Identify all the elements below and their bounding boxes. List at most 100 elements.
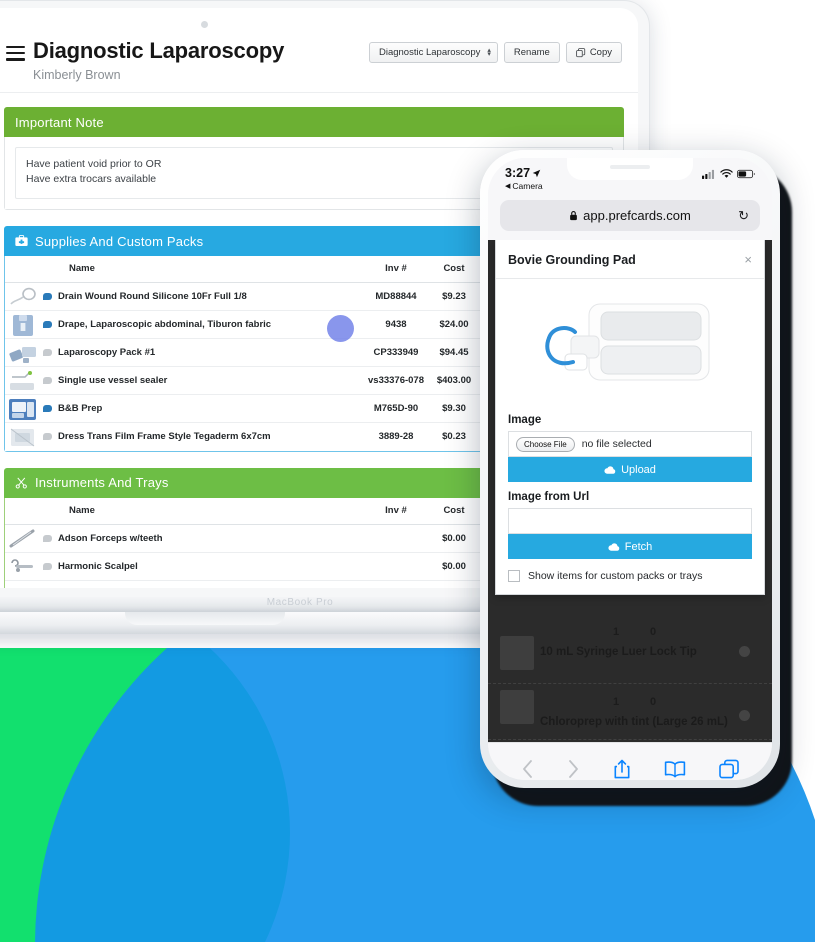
copy-icon — [576, 47, 585, 57]
copy-label: Copy — [589, 47, 612, 58]
medical-kit-icon — [15, 235, 28, 247]
clock-time: 3:27 — [505, 166, 531, 180]
wifi-icon — [720, 169, 733, 178]
iphone-screen: 3:27 ◀ Camera app.prefcards.com ↻ 1 0 10… — [488, 158, 772, 780]
laparoscopy-pack-thumb — [9, 346, 36, 363]
list-item[interactable]: 1 0 10 mL Syringe Luer Lock Tip — [488, 626, 772, 684]
reload-icon[interactable]: ↻ — [738, 208, 749, 224]
row-thumbnail — [5, 394, 39, 423]
supplies-panel-title: Supplies And Custom Packs — [35, 233, 204, 249]
upload-button[interactable]: Upload — [508, 457, 752, 482]
instruments-panel-title: Instruments And Trays — [35, 475, 169, 490]
fetch-label: Fetch — [624, 540, 653, 553]
tabs-icon[interactable] — [719, 759, 740, 780]
note-bubble-icon[interactable] — [43, 562, 52, 570]
item-open: 1 — [613, 626, 620, 638]
edit-item-modal: Bovie Grounding Pad × Image Choose File … — [495, 240, 765, 595]
important-note-title: Important Note — [15, 114, 104, 130]
safari-toolbar — [488, 742, 772, 780]
row-cost: $0.00 — [431, 524, 477, 553]
card-select[interactable]: Diagnostic Laparoscopy ▴ ▾ — [368, 42, 498, 63]
copy-button[interactable]: Copy — [565, 42, 622, 63]
file-input-row[interactable]: Choose File no file selected — [508, 431, 752, 457]
iphone-body: 3:27 ◀ Camera app.prefcards.com ↻ 1 0 10… — [480, 150, 780, 788]
image-from-url-label: Image from Url — [508, 491, 590, 503]
item-name: 10 mL Syringe Luer Lock Tip — [540, 646, 697, 658]
screenshot-stage: Diagnostic Laparoscopy Diagnostic Laparo… — [0, 0, 815, 942]
item-name: Chloroprep with tint (Large 26 mL) — [540, 716, 728, 728]
show-items-checkbox-row[interactable]: Show items for custom packs or trays — [508, 570, 752, 582]
close-icon[interactable]: × — [744, 252, 752, 267]
modal-body: Image Choose File no file selected Uploa… — [496, 279, 764, 594]
row-thumbnail — [5, 580, 39, 588]
no-file-selected-text: no file selected — [581, 438, 652, 450]
note-bubble-icon[interactable] — [43, 321, 52, 328]
browser-url-bar[interactable]: app.prefcards.com ↻ — [500, 200, 760, 231]
tegaderm-thumb — [10, 428, 35, 447]
chevron-left-icon[interactable] — [521, 759, 534, 780]
row-thumbnail — [5, 552, 39, 581]
browser-webview: 1 0 10 mL Syringe Luer Lock Tip 1 0 Chlo… — [488, 240, 772, 742]
picked-radio[interactable] — [739, 646, 750, 657]
item-name: Laparoscopy Pack #1 — [58, 347, 156, 358]
note-bubble-icon[interactable] — [43, 293, 52, 300]
modal-title: Bovie Grounding Pad — [508, 252, 636, 267]
th-cost: Cost — [431, 256, 477, 283]
list-item[interactable]: 1 0 Chloroprep with tint (Large 26 mL) — [488, 684, 772, 740]
row-thumbnail — [5, 282, 39, 311]
back-to-app-link[interactable]: ◀ Camera — [505, 181, 543, 191]
instrument-tray-thumb — [8, 582, 38, 588]
book-icon[interactable] — [664, 760, 686, 780]
harmonic-scalpel-thumb — [11, 559, 33, 572]
row-cost: $9.23 — [431, 282, 477, 311]
important-note-header: Important Note — [4, 107, 624, 137]
row-name-cell: Dress Trans Film Frame Style Tegaderm 6x… — [39, 423, 361, 451]
picked-radio[interactable] — [739, 710, 750, 721]
rename-label: Rename — [513, 47, 550, 58]
note-bubble-icon[interactable] — [43, 377, 52, 384]
modal-header: Bovie Grounding Pad × — [496, 240, 764, 279]
cloud-upload-icon — [604, 465, 616, 474]
note-bubble-icon[interactable] — [43, 349, 52, 356]
row-inv: MD88844 — [361, 282, 431, 311]
share-icon[interactable] — [613, 758, 631, 780]
image-url-input[interactable] — [508, 508, 752, 534]
note-bubble-icon[interactable] — [43, 534, 52, 542]
row-inv: vs33376-078 — [361, 366, 431, 395]
row-cost: $403.00 — [431, 366, 477, 395]
earpiece-speaker — [610, 165, 650, 169]
surgical-drape-thumb — [13, 314, 33, 336]
th-inv: Inv # — [361, 497, 431, 525]
browser-url-bar-wrap: app.prefcards.com ↻ — [488, 198, 772, 240]
bb-prep-thumb — [9, 398, 36, 420]
row-inv — [361, 524, 431, 553]
rename-button[interactable]: Rename — [503, 42, 560, 63]
row-name-cell: Adson Forceps w/teeth — [39, 524, 361, 553]
cloud-download-icon — [608, 542, 619, 551]
macbook-base-notch — [125, 612, 285, 625]
item-name: Dress Trans Film Frame Style Tegaderm 6x… — [58, 431, 271, 443]
choose-file-button[interactable]: Choose File — [516, 436, 575, 452]
item-thumbnail — [500, 690, 534, 724]
item-hold: 0 — [650, 696, 657, 708]
page-title: Diagnostic Laparoscopy — [33, 38, 285, 63]
row-cost: $9.30 — [431, 394, 477, 423]
row-cost: $94.45 — [431, 338, 477, 367]
header-actions: Diagnostic Laparoscopy ▴ ▾ Rename Copy — [368, 42, 622, 63]
show-items-checkbox[interactable] — [508, 570, 520, 582]
row-thumbnail — [5, 310, 39, 339]
fetch-button[interactable]: Fetch — [508, 534, 752, 559]
row-cost: $0.00 — [431, 580, 477, 588]
item-name: B&B Prep — [58, 403, 103, 414]
behind-modal-rows: 1 0 10 mL Syringe Luer Lock Tip 1 0 Chlo… — [488, 626, 772, 740]
card-select-value: Diagnostic Laparoscopy — [378, 47, 481, 58]
status-clock: 3:27 — [505, 166, 543, 180]
row-inv — [361, 552, 431, 581]
chevron-right-icon[interactable] — [567, 759, 580, 780]
menu-icon[interactable] — [6, 45, 25, 61]
item-name: Drain Wound Round Silicone 10Fr Full 1/8 — [58, 291, 247, 302]
signal-bars-icon — [702, 169, 715, 179]
drain-tube-thumb — [10, 287, 36, 305]
note-bubble-icon[interactable] — [43, 433, 52, 441]
note-bubble-icon[interactable] — [43, 405, 52, 412]
